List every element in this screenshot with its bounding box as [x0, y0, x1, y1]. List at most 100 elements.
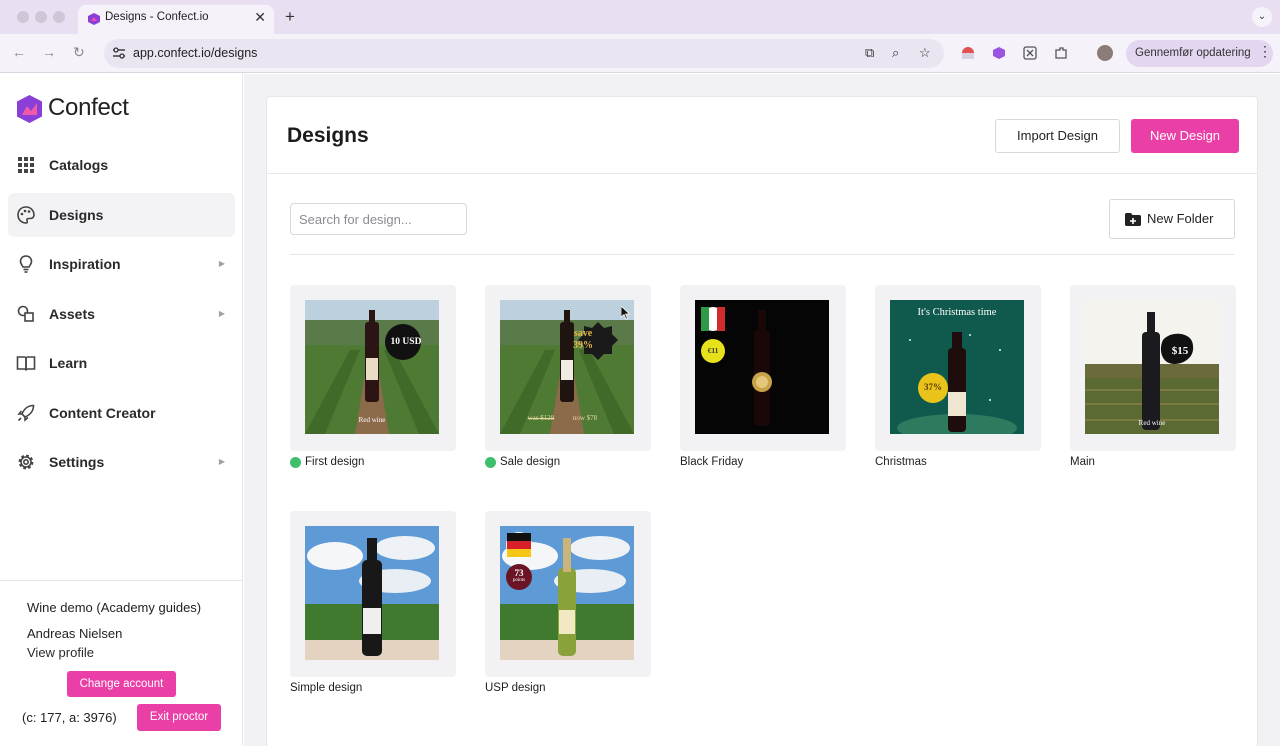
gear-icon: [18, 454, 34, 470]
sidebar: Confect Catalogs Designs Inspiration ▶ A…: [0, 74, 243, 746]
design-name[interactable]: USP design: [485, 682, 546, 694]
update-button[interactable]: Gennemfør opdatering: [1126, 40, 1273, 67]
save-badge-percent: 39%: [573, 340, 593, 351]
extension-red-icon[interactable]: [961, 46, 975, 60]
caret-right-icon: ▶: [218, 457, 225, 466]
page-title: Designs: [287, 124, 369, 147]
brand-name: Confect: [48, 94, 129, 121]
sidebar-item-label: Settings: [49, 454, 105, 470]
browser-tab[interactable]: Designs - Confect.io ✕: [78, 5, 274, 34]
folder-plus-icon: [1125, 213, 1141, 226]
vineyard-wine-image: [1085, 300, 1219, 434]
countryside-wine-image: [500, 526, 634, 660]
tab-title: Designs - Confect.io: [105, 11, 209, 23]
address-bar[interactable]: app.confect.io/designs ⧉ ⌕ ☆: [104, 39, 944, 68]
change-account-button[interactable]: Change account: [67, 671, 176, 697]
new-folder-button[interactable]: New Folder: [1109, 199, 1235, 239]
design-thumbnail[interactable]: €11: [680, 285, 846, 451]
design-thumbnail[interactable]: It's Christmas time 37%: [875, 285, 1041, 451]
design-thumbnail[interactable]: 10 USD Red wine: [290, 285, 456, 451]
extension-confect-icon[interactable]: [992, 46, 1006, 60]
window-minimize-dot[interactable]: [35, 11, 47, 23]
window-close-dot[interactable]: [17, 11, 29, 23]
tab-close-icon[interactable]: ✕: [254, 9, 266, 26]
grid-icon: [18, 157, 34, 173]
old-price: was $128: [527, 414, 555, 422]
sidebar-divider: [0, 580, 243, 581]
design-thumbnail[interactable]: [290, 511, 456, 677]
sidebar-item-content-creator[interactable]: Content Creator: [8, 391, 235, 435]
price-badge: $15: [1171, 345, 1189, 357]
sidebar-item-assets[interactable]: Assets ▶: [8, 292, 235, 336]
design-name[interactable]: Main: [1070, 456, 1095, 468]
design-name[interactable]: Christmas: [875, 456, 927, 468]
search-divider: [290, 254, 1235, 255]
search-input[interactable]: Search for design...: [290, 203, 467, 235]
shapes-icon: [17, 305, 34, 322]
christmas-headline: It's Christmas time: [917, 307, 997, 318]
new-tab-icon[interactable]: +: [285, 7, 295, 27]
confect-favicon-icon: [88, 13, 100, 25]
site-settings-icon[interactable]: [112, 47, 126, 59]
save-badge-label: save: [573, 328, 593, 339]
discount-badge: 37%: [924, 382, 942, 392]
design-thumbnail[interactable]: 73 points: [485, 511, 651, 677]
new-price: now $78: [572, 414, 598, 422]
sidebar-item-label: Assets: [49, 306, 95, 322]
extensions-puzzle-icon[interactable]: [1054, 46, 1068, 60]
profile-avatar[interactable]: [1097, 45, 1113, 61]
reload-icon[interactable]: ↻: [73, 44, 85, 61]
book-icon: [16, 356, 36, 371]
forward-arrow-icon[interactable]: →: [42, 44, 56, 60]
extension-x-icon[interactable]: [1023, 46, 1037, 60]
vineyard-wine-image: [305, 300, 439, 434]
user-name: Andreas Nielsen: [27, 626, 123, 641]
caret-right-icon: ▶: [218, 309, 225, 318]
sidebar-item-label: Learn: [49, 355, 88, 371]
christmas-wine-image: [890, 300, 1024, 434]
mouse-cursor-icon: [621, 306, 630, 320]
sidebar-item-designs[interactable]: Designs: [8, 193, 235, 237]
countryside-wine-image: [305, 526, 439, 660]
thumb-caption: Red wine: [1138, 419, 1166, 427]
sidebar-item-settings[interactable]: Settings ▶: [8, 440, 235, 484]
black-friday-wine-image: [695, 300, 829, 434]
sidebar-item-catalogs[interactable]: Catalogs: [8, 143, 235, 187]
confect-logo-icon: [17, 95, 42, 123]
designs-panel: Designs Import Design New Design Search …: [266, 96, 1258, 746]
view-profile-link[interactable]: View profile: [27, 645, 94, 660]
usage-stats: (c: 177, a: 3976): [22, 710, 117, 725]
window-zoom-dot[interactable]: [53, 11, 65, 23]
active-status-dot: [290, 457, 301, 468]
bookmark-star-icon[interactable]: ☆: [919, 45, 931, 61]
sidebar-item-label: Catalogs: [49, 157, 109, 173]
thumb-caption: Red wine: [358, 416, 386, 424]
design-name[interactable]: Simple design: [290, 682, 362, 694]
sidebar-item-learn[interactable]: Learn: [8, 341, 235, 385]
import-design-button[interactable]: Import Design: [995, 119, 1120, 153]
lightbulb-icon: [19, 255, 33, 273]
browser-menu-icon[interactable]: ⋮: [1258, 43, 1272, 60]
account-name: Wine demo (Academy guides): [27, 600, 202, 615]
sidebar-item-inspiration[interactable]: Inspiration ▶: [8, 242, 235, 286]
caret-right-icon: ▶: [218, 259, 225, 268]
design-thumbnail[interactable]: $15 Red wine: [1070, 285, 1236, 451]
exit-proctor-button[interactable]: Exit proctor: [137, 704, 221, 731]
rocket-icon: [17, 404, 35, 422]
price-badge: 10 USD: [390, 337, 422, 347]
design-name[interactable]: First design: [305, 456, 364, 468]
price-badge: €11: [707, 346, 719, 355]
new-design-button[interactable]: New Design: [1131, 119, 1239, 153]
score-badge-value: 73: [514, 568, 524, 578]
sidebar-item-label: Content Creator: [49, 405, 156, 421]
new-folder-label: New Folder: [1147, 211, 1214, 226]
zoom-icon[interactable]: ⌕: [892, 45, 899, 61]
browser-toolbar: ← → ↻ app.confect.io/designs ⧉ ⌕ ☆ Genne…: [0, 34, 1280, 73]
design-name[interactable]: Black Friday: [680, 456, 743, 468]
back-arrow-icon[interactable]: ←: [12, 44, 26, 60]
design-name[interactable]: Sale design: [500, 456, 560, 468]
open-external-icon[interactable]: ⧉: [865, 45, 874, 61]
tab-search-chevron-icon[interactable]: ⌄: [1252, 7, 1272, 27]
active-status-dot: [485, 457, 496, 468]
url-text: app.confect.io/designs: [133, 46, 258, 60]
